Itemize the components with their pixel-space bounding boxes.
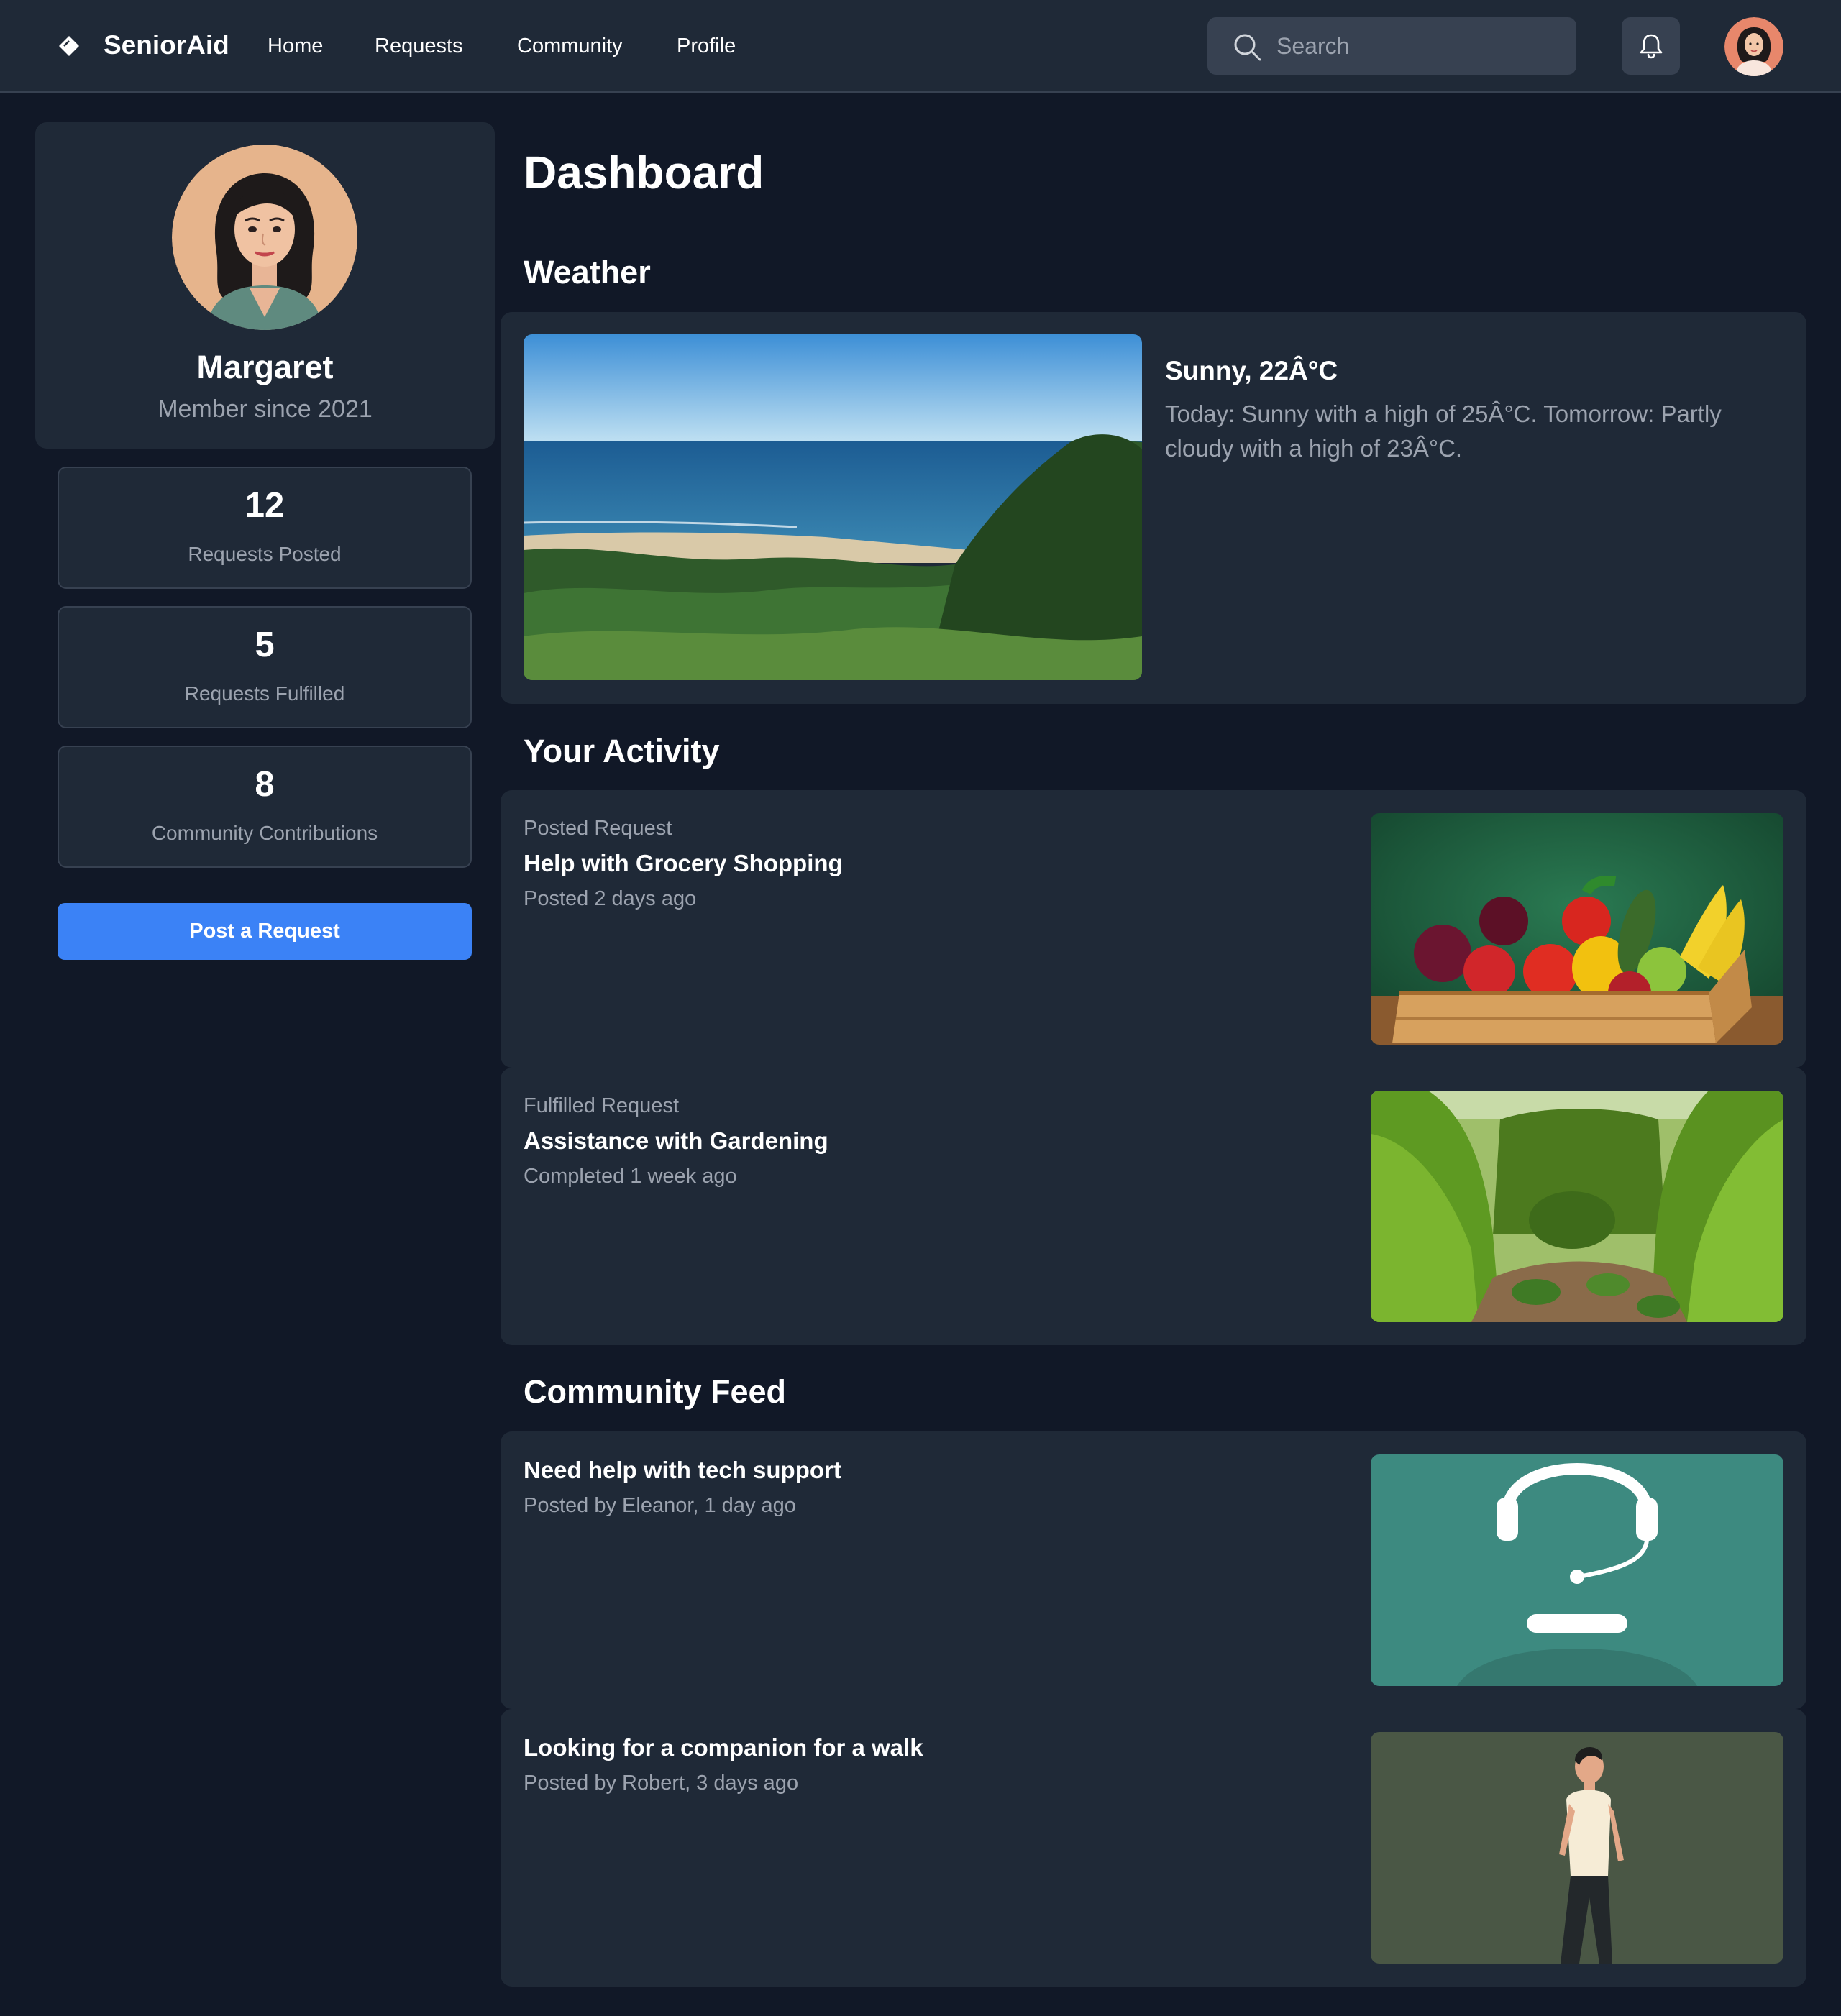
- activity-card-grocery[interactable]: Posted Request Help with Grocery Shoppin…: [501, 790, 1806, 1068]
- stat-card-requests-posted[interactable]: 12 Requests Posted: [58, 467, 472, 589]
- stat-card-community-contributions[interactable]: 8 Community Contributions: [58, 746, 472, 868]
- stat-label: Requests Posted: [188, 543, 342, 565]
- nav-link-community[interactable]: Community: [517, 32, 623, 60]
- activity-heading: Your Activity: [524, 733, 720, 769]
- garden-photo: [1371, 1091, 1783, 1322]
- feed-card-tech-support[interactable]: Need help with tech support Posted by El…: [501, 1431, 1806, 1709]
- avatar-woman-illustration: [1724, 17, 1783, 76]
- headset-illustration: [1371, 1454, 1783, 1686]
- activity-card-gardening[interactable]: Fulfilled Request Assistance with Garden…: [501, 1068, 1806, 1345]
- profile-avatar: [172, 145, 357, 330]
- post-request-button[interactable]: Post a Request: [58, 903, 472, 960]
- profile-name: Margaret: [196, 349, 334, 385]
- search-input[interactable]: [1276, 24, 1564, 68]
- diamond-logo-icon[interactable]: [58, 35, 81, 58]
- stat-value: 5: [255, 626, 275, 664]
- weather-card: Sunny, 22Â°C Today: Sunny with a high of…: [501, 312, 1806, 704]
- weather-description: Today: Sunny with a high of 25Â°C. Tomor…: [1165, 400, 1722, 462]
- feed-post-meta: Posted by Eleanor, 1 day ago: [524, 1494, 796, 1517]
- search-icon: [1234, 34, 1261, 61]
- stat-label: Requests Fulfilled: [184, 682, 345, 705]
- feed-image: [1371, 1732, 1783, 1964]
- member-since-text: Member since 2021: [157, 395, 373, 423]
- feed-post-title[interactable]: Need help with tech support: [524, 1454, 841, 1486]
- nav-link-profile[interactable]: Profile: [677, 32, 736, 60]
- search-box[interactable]: [1207, 17, 1576, 75]
- activity-meta: Completed 1 week ago: [524, 1165, 737, 1188]
- page-title: Dashboard: [524, 147, 764, 198]
- activity-title[interactable]: Help with Grocery Shopping: [524, 848, 843, 879]
- walking-man-illustration: [1371, 1732, 1783, 1964]
- profile-card: Margaret Member since 2021: [35, 122, 495, 449]
- stat-value: 8: [255, 765, 275, 804]
- produce-crate-photo: [1371, 813, 1783, 1045]
- weather-heading: Weather: [524, 254, 651, 290]
- top-navigation-bar: SeniorAid Home Requests Community Profil…: [0, 0, 1841, 93]
- nav-link-home[interactable]: Home: [268, 32, 323, 60]
- notifications-button[interactable]: [1622, 17, 1680, 75]
- feed-post-title[interactable]: Looking for a companion for a walk: [524, 1732, 923, 1764]
- user-avatar[interactable]: [1724, 17, 1783, 76]
- feed-card-walk-companion[interactable]: Looking for a companion for a walk Poste…: [501, 1709, 1806, 1987]
- activity-image: [1371, 813, 1783, 1045]
- community-feed-heading: Community Feed: [524, 1373, 787, 1410]
- stat-card-requests-fulfilled[interactable]: 5 Requests Fulfilled: [58, 606, 472, 728]
- bell-icon: [1640, 34, 1663, 59]
- activity-type: Posted Request: [524, 817, 672, 840]
- activity-meta: Posted 2 days ago: [524, 887, 697, 910]
- app-name[interactable]: SeniorAid: [104, 27, 229, 63]
- feed-post-meta: Posted by Robert, 3 days ago: [524, 1772, 799, 1795]
- avatar-woman-illustration: [172, 145, 357, 330]
- nav-link-requests[interactable]: Requests: [375, 32, 463, 60]
- feed-image: [1371, 1454, 1783, 1686]
- stat-value: 12: [245, 486, 285, 525]
- stat-label: Community Contributions: [151, 822, 378, 844]
- coastal-view-photo: [524, 334, 1142, 680]
- activity-image: [1371, 1091, 1783, 1322]
- weather-image: [524, 334, 1142, 680]
- weather-title: Sunny, 22Â°C: [1165, 356, 1338, 385]
- activity-type: Fulfilled Request: [524, 1094, 679, 1117]
- activity-title[interactable]: Assistance with Gardening: [524, 1125, 828, 1157]
